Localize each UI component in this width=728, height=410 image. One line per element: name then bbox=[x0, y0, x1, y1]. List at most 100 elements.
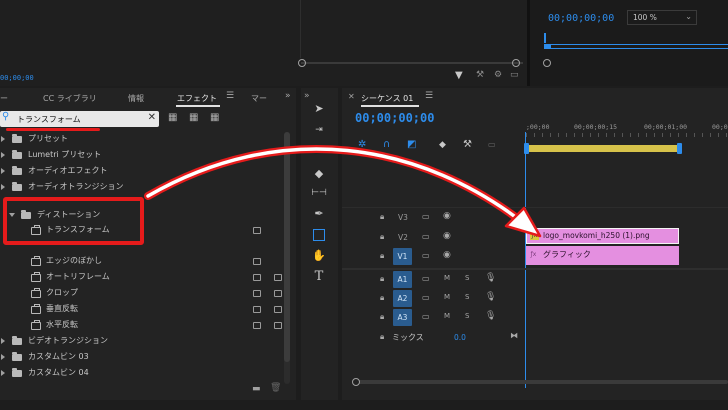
more-tabs-icon[interactable]: » bbox=[285, 91, 291, 101]
clip-logo[interactable]: ƒx logo_movkomi_h250 (1).png bbox=[526, 228, 679, 244]
lock-icon[interactable]: 🔒︎ bbox=[380, 332, 384, 342]
lock-icon[interactable]: 🔒︎ bbox=[380, 212, 384, 222]
tab-menu-icon[interactable]: ☰ bbox=[226, 91, 234, 101]
eye-icon[interactable]: ◉ bbox=[443, 250, 451, 260]
tab-cc-library[interactable]: CC ライブラリ bbox=[43, 93, 97, 104]
microphone-icon[interactable]: 🎙︎ bbox=[485, 292, 496, 302]
sync-lock-icon[interactable]: ▭ bbox=[422, 232, 430, 241]
list-item[interactable]: カスタムビン 04 bbox=[0, 366, 280, 380]
sync-lock-icon[interactable]: ▭ bbox=[422, 251, 430, 260]
chevron-right-icon[interactable] bbox=[1, 370, 5, 376]
sync-lock-icon[interactable]: ▭ bbox=[422, 274, 430, 283]
sequence-tab[interactable]: シーケンス 01 bbox=[361, 93, 413, 104]
tab-effects[interactable]: エフェクト bbox=[177, 93, 217, 104]
clip-graphic[interactable]: ƒx グラフィック bbox=[526, 246, 679, 265]
scrollbar-thumb[interactable] bbox=[284, 132, 290, 362]
rectangle-tool-icon[interactable] bbox=[311, 227, 327, 243]
list-item[interactable]: ビデオトランジション bbox=[0, 334, 280, 348]
tab-project[interactable]: ー bbox=[0, 93, 8, 104]
microphone-icon[interactable]: 🎙︎ bbox=[485, 311, 496, 321]
solo-button[interactable]: S bbox=[465, 312, 469, 320]
chevron-right-icon[interactable] bbox=[1, 354, 5, 360]
chevron-right-icon[interactable] bbox=[1, 168, 5, 174]
lock-icon[interactable]: 🔒︎ bbox=[380, 312, 384, 322]
export-frame-icon[interactable]: ▭ bbox=[510, 70, 519, 80]
solo-button[interactable]: S bbox=[465, 274, 469, 282]
pen-tool-icon[interactable]: ✒ bbox=[311, 206, 327, 222]
mute-button[interactable]: M bbox=[444, 293, 450, 301]
clear-search-icon[interactable]: ✕ bbox=[148, 112, 156, 123]
scrollbar-left-handle[interactable] bbox=[352, 378, 360, 386]
type-tool-icon[interactable]: T bbox=[311, 269, 327, 285]
track-target-v1[interactable]: V1 bbox=[393, 248, 412, 265]
track-select-tool-icon[interactable]: ⇥ bbox=[311, 122, 327, 138]
list-item[interactable]: オーディオトランジション bbox=[0, 180, 280, 194]
linked-selection-icon[interactable]: ◩ bbox=[407, 139, 416, 150]
tab-markers[interactable]: マー bbox=[251, 93, 267, 104]
sync-lock-icon[interactable]: ▭ bbox=[422, 293, 430, 302]
list-item[interactable]: 水平反転 bbox=[0, 318, 282, 332]
list-item[interactable]: クロップ bbox=[0, 286, 282, 300]
go-to-end-icon[interactable]: ⧓ bbox=[510, 331, 518, 340]
source-monitor-scrubber[interactable] bbox=[301, 62, 523, 64]
track-target-a2[interactable]: A2 bbox=[393, 290, 412, 307]
chevron-right-icon[interactable] bbox=[1, 136, 5, 142]
ripple-edit-tool-icon[interactable]: ⇹ bbox=[311, 143, 327, 159]
more-tools-icon[interactable]: » bbox=[304, 91, 310, 101]
sync-lock-icon[interactable]: ▭ bbox=[422, 212, 430, 221]
captions-icon[interactable]: ▭ bbox=[488, 140, 496, 149]
hand-tool-icon[interactable]: ✋ bbox=[311, 248, 327, 264]
timeline-settings-icon[interactable]: ⚒ bbox=[463, 139, 472, 150]
list-item[interactable]: カスタムビン 03 bbox=[0, 350, 280, 364]
track-target-a1[interactable]: A1 bbox=[393, 271, 412, 288]
yuv-effects-icon[interactable]: ▦ bbox=[210, 112, 219, 123]
timeline-timecode[interactable]: 00;00;00;00 bbox=[355, 111, 434, 125]
search-field[interactable]: ⚲ トランスフォーム ✕ bbox=[0, 111, 159, 127]
new-bin-icon[interactable]: ▬ bbox=[252, 384, 261, 394]
playhead-marker[interactable] bbox=[544, 33, 546, 43]
list-item[interactable]: プリセット bbox=[0, 132, 280, 146]
tab-info[interactable]: 情報 bbox=[128, 93, 144, 104]
solo-button[interactable]: S bbox=[465, 293, 469, 301]
scrubber-handle[interactable] bbox=[543, 59, 551, 67]
selection-tool-icon[interactable]: ➤ bbox=[311, 101, 327, 117]
sync-lock-icon[interactable]: ▭ bbox=[422, 312, 430, 321]
scrubber-left-handle[interactable] bbox=[298, 59, 306, 67]
work-area-bar[interactable] bbox=[526, 145, 680, 152]
nest-icon[interactable]: ✲ bbox=[358, 139, 366, 150]
32bit-effects-icon[interactable]: ▦ bbox=[189, 112, 198, 123]
chevron-right-icon[interactable] bbox=[1, 184, 5, 190]
scrubber-right-handle[interactable] bbox=[512, 59, 520, 67]
microphone-icon[interactable]: 🎙︎ bbox=[485, 273, 496, 283]
list-item[interactable]: Lumetri プリセット bbox=[0, 148, 280, 162]
tab-menu-icon[interactable]: ☰ bbox=[425, 91, 433, 101]
list-item[interactable]: エッジのぼかし bbox=[0, 254, 280, 268]
list-item[interactable]: オートリフレーム bbox=[0, 270, 282, 284]
timeline-scrollbar[interactable] bbox=[355, 380, 728, 384]
track-target-a3[interactable]: A3 bbox=[393, 309, 412, 326]
slip-tool-icon[interactable]: ⊢⊣ bbox=[311, 185, 327, 201]
mix-value[interactable]: 0.0 bbox=[454, 333, 466, 342]
zoom-select[interactable]: 100 % ⌄ bbox=[627, 10, 697, 25]
lock-icon[interactable]: 🔒︎ bbox=[380, 232, 384, 242]
chevron-right-icon[interactable] bbox=[1, 338, 5, 344]
eye-icon[interactable]: ◉ bbox=[443, 231, 451, 241]
close-tab-icon[interactable]: ✕ bbox=[348, 92, 355, 101]
lock-icon[interactable]: 🔒︎ bbox=[380, 251, 384, 261]
list-item[interactable]: 垂直反転 bbox=[0, 302, 282, 316]
mute-button[interactable]: M bbox=[444, 312, 450, 320]
snap-icon[interactable]: ∩ bbox=[383, 139, 390, 150]
lock-icon[interactable]: 🔒︎ bbox=[380, 293, 384, 303]
wrench-small-icon[interactable]: ⚒ bbox=[476, 70, 484, 80]
effects-scrollbar[interactable] bbox=[284, 132, 290, 384]
filter-icon[interactable]: ▼ bbox=[455, 70, 463, 81]
lock-icon[interactable]: 🔒︎ bbox=[380, 274, 384, 284]
settings-icon[interactable]: ⚙ bbox=[494, 70, 502, 80]
list-item[interactable]: オーディオエフェクト bbox=[0, 164, 280, 178]
chevron-right-icon[interactable] bbox=[1, 152, 5, 158]
add-marker-icon[interactable]: ◆ bbox=[439, 140, 446, 150]
trash-icon[interactable]: 🗑 bbox=[270, 383, 281, 393]
mute-button[interactable]: M bbox=[444, 274, 450, 282]
accelerated-effects-icon[interactable]: ▦ bbox=[168, 112, 177, 123]
work-area-end-handle[interactable] bbox=[677, 143, 682, 154]
